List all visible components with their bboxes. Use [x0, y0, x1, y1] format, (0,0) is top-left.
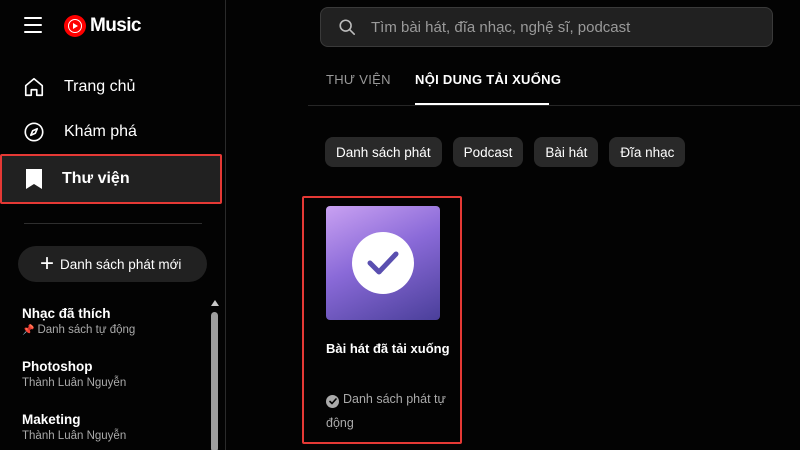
card-thumbnail[interactable] — [326, 206, 440, 320]
youtube-music-logo[interactable]: Music — [64, 15, 141, 37]
chip-albums[interactable]: Đĩa nhạc — [609, 137, 686, 167]
logo-play-icon — [64, 15, 86, 37]
scroll-thumb[interactable] — [211, 312, 218, 450]
sidebar-divider — [24, 223, 202, 224]
search-icon — [337, 17, 357, 37]
tab-downloads[interactable]: NỘI DUNG TẢI XUỐNG — [415, 72, 561, 87]
tab-library[interactable]: THƯ VIỆN — [326, 72, 391, 87]
scroll-up-arrow-icon[interactable] — [211, 300, 219, 306]
playlist-title: Maketing — [22, 412, 81, 427]
sidebar-item-label: Trang chủ — [64, 78, 136, 95]
chip-songs[interactable]: Bài hát — [534, 137, 599, 167]
sidebar-item-library[interactable]: Thư viện — [0, 154, 222, 204]
playlist-item-maketing[interactable]: Maketing Thành Luân Nguyễn — [22, 412, 202, 442]
sidebar-header: Music — [0, 0, 226, 56]
sidebar-item-explore[interactable]: Khám phá — [10, 110, 220, 154]
compass-icon — [22, 120, 46, 144]
search-bar[interactable] — [320, 7, 773, 47]
playlist-title: Photoshop — [22, 359, 93, 374]
home-icon — [22, 75, 46, 99]
playlist-subtitle: 📌 Danh sách tự động — [22, 324, 202, 336]
search-input[interactable] — [371, 18, 751, 36]
bookmark-icon — [22, 167, 46, 191]
sidebar-item-label: Khám phá — [64, 123, 137, 140]
hamburger-menu-icon[interactable] — [24, 17, 42, 33]
card-subtitle: Danh sách phát tự động — [326, 387, 456, 435]
downloaded-songs-card[interactable]: Bài hát đã tải xuống Danh sách phát tự đ… — [302, 196, 462, 444]
checkmark-icon — [352, 232, 414, 294]
playlist-subtitle: Thành Luân Nguyễn — [22, 377, 127, 389]
card-title[interactable]: Bài hát đã tải xuống — [326, 336, 456, 361]
active-tab-indicator — [415, 103, 549, 105]
playlist-item-liked[interactable]: Nhạc đã thích 📌 Danh sách tự động — [22, 306, 202, 336]
playlist-item-photoshop[interactable]: Photoshop Thành Luân Nguyễn — [22, 359, 202, 389]
chip-playlists[interactable]: Danh sách phát — [325, 137, 442, 167]
filter-chips: Danh sách phát Podcast Bài hát Đĩa nhạc — [325, 137, 686, 167]
playlist-subtitle: Thành Luân Nguyễn — [22, 430, 127, 442]
check-badge-icon — [326, 395, 339, 408]
library-tabs: THƯ VIỆN NỘI DUNG TẢI XUỐNG — [308, 56, 800, 106]
new-playlist-button[interactable]: + Danh sách phát mới — [18, 246, 207, 282]
chip-podcasts[interactable]: Podcast — [452, 137, 524, 167]
plus-icon: + — [40, 250, 55, 277]
sidebar-scrollbar[interactable] — [211, 300, 219, 450]
logo-text: Music — [90, 15, 141, 36]
playlist-title: Nhạc đã thích — [22, 306, 111, 321]
sidebar-item-home[interactable]: Trang chủ — [10, 65, 220, 109]
card-subtitle-text: Danh sách phát tự động — [326, 392, 446, 430]
sidebar-item-label: Thư viện — [62, 170, 130, 187]
pin-icon: 📌 — [22, 324, 35, 336]
playlist-subtitle-text: Danh sách tự động — [37, 324, 136, 336]
sidebar: Music Trang chủ Khám phá Thư viện + Danh… — [0, 0, 226, 450]
new-playlist-label: Danh sách phát mới — [60, 256, 182, 272]
